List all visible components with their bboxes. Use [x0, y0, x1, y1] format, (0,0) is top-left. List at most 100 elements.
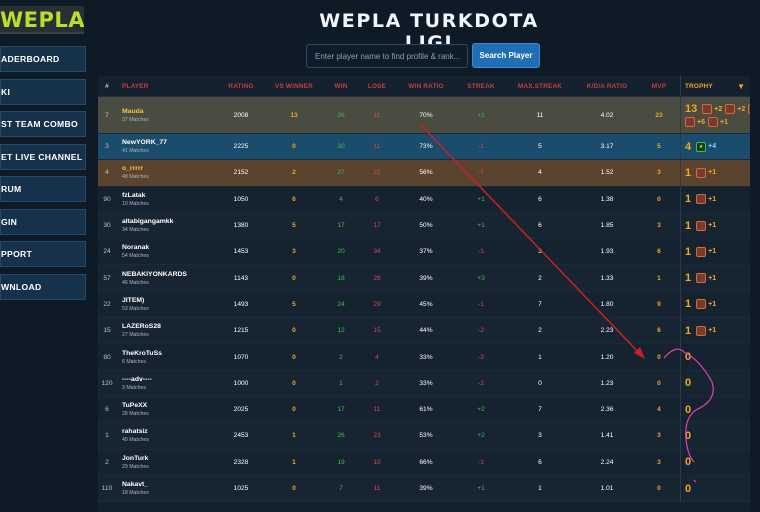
medal-trophy-icon[interactable]: [702, 104, 713, 114]
player-name[interactable]: Mauda: [122, 108, 216, 115]
player-cell[interactable]: ----adv---- 3 Matches: [116, 376, 216, 391]
player-cell[interactable]: TheKroTuSs 6 Matches: [116, 350, 216, 365]
streak-cell: +3: [477, 274, 485, 282]
player-matches: 49 Matches: [122, 437, 149, 444]
table-row[interactable]: 4 o_rrrrr 48 Matches 2152 2 27 21 56% -7 4 1.52 3 1 +…: [98, 160, 750, 187]
calendar-trophy-icon[interactable]: [696, 167, 707, 178]
rating-cell: 1143: [233, 274, 249, 282]
col-streak[interactable]: STREAK: [458, 83, 504, 90]
table-row[interactable]: 110 Nakavt_ 18 Matches 1025 0 7 11 39% +1 1 1.01 0 0: [98, 475, 750, 503]
sidebar-item-live-channel[interactable]: ET LIVE CHANNEL: [0, 143, 86, 170]
player-cell[interactable]: rahatsiz 49 Matches: [116, 428, 216, 443]
search-input[interactable]: [306, 44, 468, 68]
player-name[interactable]: Noranak: [122, 244, 216, 251]
player-name[interactable]: altabigangamkk: [122, 218, 216, 225]
table-row[interactable]: 2 JonTurk 29 Matches 2328 1 19 10 66% -1 6 2.24 3 0: [98, 449, 750, 476]
player-cell[interactable]: altabigangamkk 34 Matches: [116, 218, 216, 233]
star-trophy-icon[interactable]: ★: [696, 141, 707, 152]
col-max-streak[interactable]: MAX.STREAK: [504, 83, 576, 90]
trophy-plus: +2: [714, 105, 723, 113]
player-name[interactable]: TuPeXX: [122, 402, 216, 409]
mvp-cell: 5: [657, 143, 661, 151]
vs-winner-cell: 2: [292, 169, 296, 177]
player-cell[interactable]: fzLatak 10 Matches: [116, 192, 216, 207]
sort-down-icon[interactable]: ▼: [737, 82, 745, 91]
col-player[interactable]: PLAYER: [116, 83, 216, 90]
col-lose[interactable]: LOSE: [360, 83, 394, 90]
search-player-button[interactable]: Search Player: [472, 43, 540, 68]
wepla-logo[interactable]: WEPLA: [0, 6, 84, 34]
sidebar-item-support[interactable]: PPORT: [0, 241, 86, 267]
calendar-trophy-icon[interactable]: [707, 117, 718, 127]
player-cell[interactable]: Mauda 37 Matches: [116, 108, 216, 123]
table-row[interactable]: 57 NEBAKIYONKARDS 46 Matches 1143 0 18 28 39% +3…: [98, 265, 750, 292]
cup-trophy-icon[interactable]: [685, 117, 695, 127]
player-cell[interactable]: o_rrrrr 48 Matches: [116, 165, 216, 180]
rank-cell: 57: [103, 274, 111, 282]
player-name[interactable]: rahatsiz: [122, 428, 216, 435]
table-row[interactable]: 6 TuPeXX 28 Matches 2025 0 17 11 61% +2 7 2.36 4 0: [98, 396, 750, 424]
table-row[interactable]: 120 ----adv---- 3 Matches 1000 0 1 2 33% -2 0 1.23…: [98, 370, 750, 397]
calendar-trophy-icon[interactable]: [696, 220, 707, 231]
player-name[interactable]: Nakavt_: [122, 481, 216, 488]
player-name[interactable]: NewYORK_77: [122, 139, 216, 146]
calendar-trophy-icon[interactable]: [696, 194, 707, 205]
player-cell[interactable]: Noranak 54 Matches: [116, 244, 216, 259]
calendar-trophy-icon[interactable]: [696, 325, 707, 336]
player-cell[interactable]: NewYORK_77 41 Matches: [116, 139, 216, 154]
player-cell[interactable]: JonTurk 29 Matches: [116, 455, 216, 470]
col-win-ratio[interactable]: WIN RATIO: [394, 83, 458, 90]
table-row[interactable]: 90 fzLatak 10 Matches 1050 6 4 6 40% +1 6 1.38 0 1 +1: [98, 186, 750, 213]
col-mvp[interactable]: MVP: [638, 83, 680, 90]
player-cell[interactable]: TuPeXX 28 Matches: [116, 402, 216, 417]
sidebar-item-best-team-combo[interactable]: ST TEAM COMBO: [0, 111, 86, 137]
medal-trophy-icon[interactable]: [725, 104, 736, 114]
calendar-trophy-icon[interactable]: [696, 299, 707, 310]
table-row[interactable]: 80 TheKroTuSs 6 Matches 1070 0 2 4 33% -3 1 1.20 0 0: [98, 344, 750, 371]
table-row[interactable]: 15 LAZERoS28 27 Matches 1215 0 12 15 44% -2 2 2.23…: [98, 318, 750, 345]
trophy-cell: 1 +1: [680, 291, 750, 318]
player-name[interactable]: NEBAKIYONKARDS: [122, 271, 216, 278]
col-rank[interactable]: #: [98, 83, 116, 90]
table-row[interactable]: 3 NewYORK_77 41 Matches 2225 0 30 11 73% -1 5 3.17…: [98, 134, 750, 161]
table-row[interactable]: 22 JITEM) 53 Matches 1493 5 24 29 45% -1 7 1.80 9 1 +…: [98, 291, 750, 319]
table-row[interactable]: 7 Mauda 37 Matches 2008 13 26 11 70% +1 11 4.02 23 1…: [98, 97, 750, 134]
player-name[interactable]: LAZERoS28: [122, 323, 216, 330]
player-name[interactable]: o_rrrrr: [122, 165, 216, 172]
mvp-cell: 6: [657, 248, 661, 256]
col-win[interactable]: WIN: [322, 83, 360, 90]
win-cell: 17: [337, 406, 345, 414]
win-ratio-cell: 61%: [419, 406, 433, 414]
col-vs-winner[interactable]: VS WINNER: [266, 83, 322, 90]
sidebar-item-download[interactable]: WNLOAD: [0, 273, 86, 300]
player-name[interactable]: ----adv----: [122, 376, 216, 383]
player-name[interactable]: TheKroTuSs: [122, 350, 216, 357]
win-ratio-cell: 45%: [419, 300, 433, 308]
player-cell[interactable]: LAZERoS28 27 Matches: [116, 323, 216, 338]
player-cell[interactable]: JITEM) 53 Matches: [116, 297, 216, 312]
sidebar-item-login[interactable]: GIN: [0, 208, 86, 235]
trophy-plus: +4: [708, 143, 717, 151]
rank-cell: 90: [103, 195, 111, 203]
trophy-cell: 1 +1: [680, 318, 750, 344]
sidebar-item-leaderboard[interactable]: ADERBOARD: [0, 46, 86, 72]
player-cell[interactable]: Nakavt_ 18 Matches: [116, 481, 216, 496]
table-row[interactable]: 30 altabigangamkk 34 Matches 1380 5 17 17 50% +1…: [98, 212, 750, 240]
medal-trophy-icon[interactable]: [748, 104, 750, 114]
col-rating[interactable]: RATING: [216, 83, 266, 90]
sidebar-item-forum[interactable]: RUM: [0, 176, 86, 202]
vs-winner-cell: 0: [292, 406, 296, 414]
col-kda[interactable]: K/D/A RATIO: [576, 83, 638, 90]
player-name[interactable]: JonTurk: [122, 455, 216, 462]
win-cell: 27: [337, 169, 345, 177]
calendar-trophy-icon[interactable]: [696, 273, 707, 284]
win-ratio-cell: 33%: [419, 379, 433, 387]
player-cell[interactable]: NEBAKIYONKARDS 46 Matches: [116, 271, 216, 286]
sidebar-item-wiki[interactable]: KI: [0, 78, 86, 105]
player-name[interactable]: fzLatak: [122, 192, 216, 199]
player-name[interactable]: JITEM): [122, 297, 216, 304]
table-row[interactable]: 1 rahatsiz 49 Matches 2453 1 26 23 53% +2 3 1.41 3 0: [98, 423, 750, 450]
table-row[interactable]: 24 Noranak 54 Matches 1453 3 20 34 37% -1 3 1.93 6 1…: [98, 239, 750, 266]
calendar-trophy-icon[interactable]: [696, 246, 707, 257]
win-ratio-cell: 70%: [419, 111, 433, 119]
